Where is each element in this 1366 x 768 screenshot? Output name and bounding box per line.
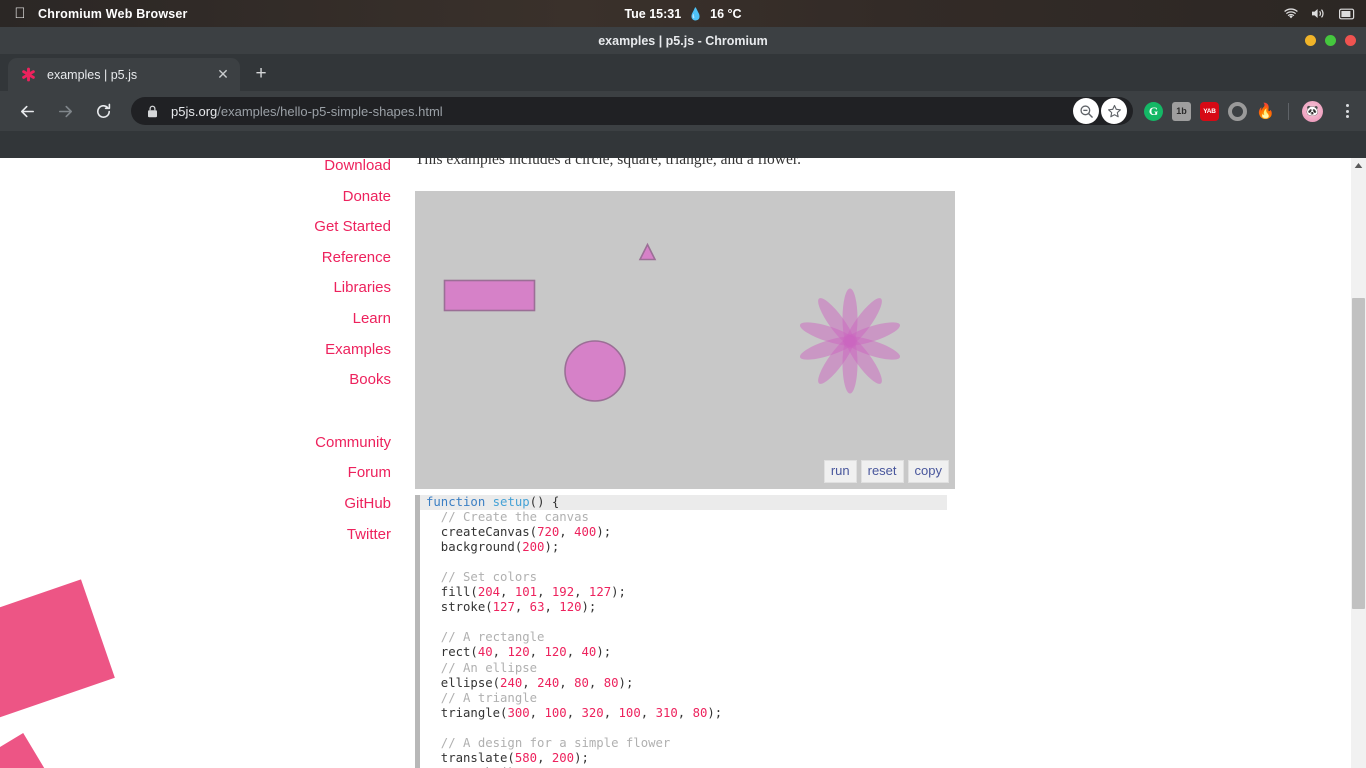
lock-icon[interactable] (145, 105, 159, 118)
address-bar[interactable]: p5js.org/examples/hello-p5-simple-shapes… (131, 97, 1133, 125)
p5js-asterisk-icon (20, 67, 36, 83)
shape-rectangle (443, 279, 536, 312)
code-line: // A triangle (426, 690, 538, 705)
page-viewport: Download Donate Get Started Reference Li… (0, 158, 1366, 768)
grammarly-extension-icon[interactable]: G (1144, 101, 1163, 121)
tab-strip: examples | p5.js ✕ + (0, 54, 1366, 91)
tab-title: examples | p5.js (47, 67, 138, 82)
profile-avatar-icon[interactable]: 🐼 (1302, 100, 1323, 122)
code-line: // A design for a simple flower (426, 735, 671, 750)
run-button[interactable]: run (823, 460, 857, 483)
sidebar-item-reference[interactable]: Reference (0, 250, 391, 265)
example-description: This examples includes a circle, square,… (415, 158, 802, 168)
sidebar-item-community[interactable]: Community (0, 435, 391, 450)
new-tab-button[interactable]: + (246, 59, 276, 89)
sketch-controls: run reset copy (823, 460, 949, 483)
toolbar-divider (1288, 102, 1289, 120)
page-scrollbar[interactable] (1351, 158, 1366, 768)
url-text[interactable]: p5js.org/examples/hello-p5-simple-shapes… (171, 104, 443, 119)
shape-circle (564, 340, 626, 402)
code-editor[interactable]: function setup() { // Create the canvas … (415, 495, 948, 768)
code-line: rect(40, 120, 120, 40); (426, 645, 612, 660)
url-path: /examples/hello-p5-simple-shapes.html (217, 103, 443, 119)
zoom-out-icon[interactable] (1073, 98, 1099, 124)
extension-bar: G 1b YAB 🔥 🐼 (1140, 100, 1358, 122)
sidebar-item-twitter[interactable]: Twitter (0, 527, 391, 542)
temperature-label[interactable]: 16 °C (710, 7, 741, 21)
sidebar-item-books[interactable]: Books (0, 372, 391, 387)
copy-button[interactable]: copy (907, 460, 949, 483)
onebee-extension-icon[interactable]: 1b (1172, 101, 1191, 121)
os-topbar-center: Tue 15:31 💧 16 °C (0, 0, 1366, 27)
code-line: translate(580, 200); (426, 750, 589, 765)
p5-sketch-canvas[interactable]: run reset copy (415, 191, 955, 489)
yab-extension-icon[interactable]: YAB (1200, 101, 1219, 121)
close-button[interactable] (1345, 35, 1356, 46)
sidebar-group-secondary: Community Forum GitHub Twitter (0, 435, 391, 542)
ring-extension-icon[interactable] (1228, 101, 1247, 121)
back-arrow-icon[interactable] (12, 96, 42, 126)
shape-triangle (638, 242, 657, 261)
active-app-name: Chromium Web Browser (38, 6, 188, 21)
omnibox-actions (1073, 98, 1127, 124)
apple-logo-icon[interactable]:  (12, 6, 28, 21)
window-controls (1305, 27, 1356, 54)
code-line: triangle(300, 100, 320, 100, 310, 80); (426, 705, 723, 720)
sidebar-group-spacer (0, 403, 391, 435)
system-clock[interactable]: Tue 15:31 (624, 7, 681, 21)
sidebar-item-github[interactable]: GitHub (0, 496, 391, 511)
browser-tab[interactable]: examples | p5.js ✕ (8, 58, 240, 91)
sidebar-item-forum[interactable]: Forum (0, 465, 391, 480)
browser-title-bar: examples | p5.js - Chromium (0, 27, 1366, 54)
three-dot-menu-icon[interactable] (1336, 104, 1358, 118)
code-lines: function setup() { // Create the canvas … (415, 495, 948, 768)
code-line: // A rectangle (426, 630, 545, 645)
code-line: createCanvas(720, 400); (426, 525, 612, 540)
code-line: // Create the canvas (426, 510, 589, 525)
sidebar-group-primary: Download Donate Get Started Reference Li… (0, 158, 391, 387)
minimize-button[interactable] (1305, 35, 1316, 46)
sidebar-item-libraries[interactable]: Libraries (0, 280, 391, 295)
example-main-content: This examples includes a circle, square,… (415, 158, 1350, 768)
battery-icon[interactable] (1339, 8, 1356, 20)
shape-flower (799, 288, 901, 394)
code-line: // An ellipse (426, 660, 538, 675)
code-line: function setup() { (415, 495, 947, 511)
os-top-bar:  Chromium Web Browser Tue 15:31 💧 16 °C (0, 0, 1366, 27)
sidebar-item-examples[interactable]: Examples (0, 342, 391, 357)
sidebar-item-learn[interactable]: Learn (0, 311, 391, 326)
sketch-drawing (443, 242, 901, 402)
sidebar-item-donate[interactable]: Donate (0, 189, 391, 204)
reset-button[interactable]: reset (860, 460, 904, 483)
wifi-icon[interactable] (1283, 7, 1299, 20)
reload-icon[interactable] (88, 96, 118, 126)
site-sidebar-nav: Download Donate Get Started Reference Li… (0, 158, 391, 768)
maximize-button[interactable] (1325, 35, 1336, 46)
system-tray (1283, 0, 1356, 27)
close-icon[interactable]: ✕ (214, 66, 232, 84)
sidebar-item-get-started[interactable]: Get Started (0, 219, 391, 234)
volume-icon[interactable] (1310, 7, 1328, 20)
code-line: // Set colors (426, 570, 538, 585)
scroll-up-arrow-icon[interactable] (1351, 158, 1366, 173)
sidebar-item-download[interactable]: Download (0, 158, 391, 173)
star-icon[interactable] (1101, 98, 1127, 124)
code-line: background(200); (426, 540, 560, 555)
browser-window: examples | p5.js - Chromium examples | p… (0, 27, 1366, 768)
code-line: ellipse(240, 240, 80, 80); (426, 675, 634, 690)
forward-arrow-icon (50, 96, 80, 126)
flame-extension-icon[interactable]: 🔥 (1256, 102, 1275, 121)
rain-drop-icon: 💧 (688, 6, 704, 21)
url-host: p5js.org (171, 103, 218, 119)
browser-toolbar: p5js.org/examples/hello-p5-simple-shapes… (0, 91, 1366, 131)
code-gutter (415, 495, 420, 768)
code-line: stroke(127, 63, 120); (426, 600, 597, 615)
window-title: examples | p5.js - Chromium (598, 33, 768, 48)
code-line: fill(204, 101, 192, 127); (426, 585, 626, 600)
scrollbar-thumb[interactable] (1352, 298, 1365, 609)
